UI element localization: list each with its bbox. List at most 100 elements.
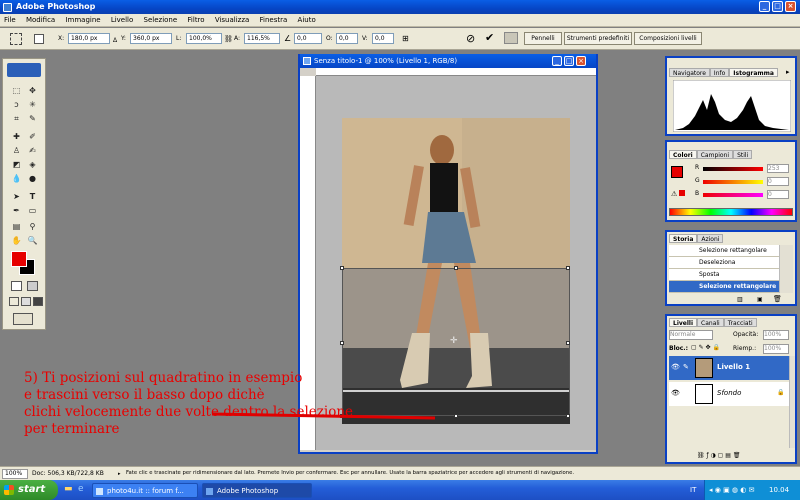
blend-mode-select[interactable]: Normale (669, 330, 713, 340)
brush-link-icon[interactable]: ✎ (683, 363, 689, 371)
menu-immagine[interactable]: Immagine (61, 14, 104, 27)
move-tool-icon[interactable]: ✥ (27, 85, 38, 96)
link-icon[interactable]: ⛓ (224, 35, 233, 43)
new-document-icon[interactable]: ▣ (757, 296, 763, 303)
tab-campioni[interactable]: Campioni (696, 150, 734, 159)
menu-aiuto[interactable]: Aiuto (294, 14, 320, 27)
document-size-info[interactable]: Doc: 506,3 KB/722,8 KB (32, 470, 104, 477)
x-field[interactable]: 180,0 px (68, 33, 110, 44)
history-item[interactable]: Deseleziona (669, 257, 779, 269)
menu-file[interactable]: File (0, 14, 20, 27)
transform-handle-top-right[interactable] (566, 266, 570, 270)
maximize-button[interactable]: □ (772, 1, 783, 12)
hand-tool-icon[interactable]: ✋ (11, 235, 22, 246)
tab-strumenti-predefiniti[interactable]: Strumenti predefiniti (564, 32, 632, 45)
pen-tool-icon[interactable]: ✒ (11, 205, 22, 216)
doc-maximize-button[interactable]: □ (564, 56, 574, 66)
g-slider[interactable] (703, 180, 763, 184)
dodge-tool-icon[interactable]: ● (27, 173, 38, 184)
healing-brush-tool-icon[interactable]: ✚ (11, 131, 22, 142)
screen-mode-full-icon[interactable] (33, 297, 43, 306)
angle-field[interactable]: 0,0 (294, 33, 322, 44)
transform-handle-top[interactable] (454, 266, 458, 270)
lock-icons[interactable]: ▢ ✎ ✥ 🔒 (691, 344, 720, 351)
opacity-field[interactable]: 100% (763, 330, 789, 340)
history-item-selected[interactable]: Selezione rettangolare (669, 281, 779, 293)
standard-mode-icon[interactable] (11, 281, 22, 291)
color-panel-foreground-swatch[interactable] (671, 166, 683, 178)
history-trash-icon[interactable]: 🗑 (773, 295, 782, 303)
transform-handle-top-left[interactable] (340, 266, 344, 270)
tab-info[interactable]: Info (709, 68, 730, 77)
brush-tool-icon[interactable]: ✐ (27, 131, 38, 142)
type-tool-icon[interactable]: T (27, 191, 38, 202)
b-value-field[interactable]: 0 (767, 190, 789, 199)
new-snapshot-icon[interactable]: ▥ (737, 296, 743, 303)
quicklaunch-ie-icon[interactable]: e (78, 484, 84, 494)
history-brush-tool-icon[interactable]: ✍ (27, 145, 38, 156)
layer-row-selected[interactable]: 👁 ✎ Livello 1 (669, 356, 789, 380)
jump-to-imageready-icon[interactable] (13, 313, 33, 325)
path-selection-tool-icon[interactable]: ➤ (11, 191, 22, 202)
palette-well-icon[interactable] (504, 32, 518, 44)
layer-row[interactable]: 👁 Sfondo 🔒 (669, 382, 789, 406)
layers-scrollbar[interactable] (789, 356, 795, 448)
visibility-eye-icon[interactable]: 👁 (671, 363, 680, 371)
horizontal-skew-field[interactable]: 0,0 (336, 33, 358, 44)
tray-icons[interactable]: ◂ ◉ ▣ ◍ ◐ ✉ (709, 480, 754, 500)
menu-livello[interactable]: Livello (107, 14, 137, 27)
eraser-tool-icon[interactable]: ◩ (11, 159, 22, 170)
tab-livelli[interactable]: Livelli (669, 318, 698, 327)
transform-handle-left[interactable] (340, 341, 344, 345)
clone-stamp-tool-icon[interactable]: ♙ (11, 145, 22, 156)
zoom-field[interactable]: 100% (2, 469, 28, 479)
transform-tool-icon[interactable] (10, 33, 22, 45)
reference-point-icon[interactable] (34, 34, 44, 44)
minimize-button[interactable]: _ (759, 1, 770, 12)
start-button[interactable]: start (0, 480, 58, 500)
height-field[interactable]: 116,5% (244, 33, 280, 44)
relative-position-icon[interactable]: Δ (113, 37, 117, 44)
crop-tool-icon[interactable]: ⌗ (11, 113, 22, 124)
b-slider[interactable] (703, 193, 763, 197)
language-indicator[interactable]: IT (690, 486, 696, 494)
tab-istogramma[interactable]: Istogramma (729, 68, 778, 77)
tab-composizioni-livelli[interactable]: Composizioni livelli (634, 32, 702, 45)
r-slider[interactable] (703, 167, 763, 171)
transform-handle-bottom-right[interactable] (566, 414, 570, 418)
gamut-color-chip[interactable] (679, 190, 685, 196)
r-value-field[interactable]: 253 (767, 164, 789, 173)
tab-tracciati[interactable]: Tracciati (723, 318, 757, 327)
foreground-color-swatch[interactable] (11, 251, 27, 267)
taskbar-item-browser[interactable]: photo4u.it :: forum f... (92, 483, 198, 498)
marquee-tool-icon[interactable]: ⬚ (11, 85, 22, 96)
transform-center-icon[interactable]: ✛ (450, 336, 458, 346)
history-item[interactable]: Selezione rettangolare (669, 245, 779, 257)
layer-bottom-icons[interactable]: ⛓ ƒ ◑ ▢ ▤ 🗑 (697, 452, 740, 459)
tab-azioni[interactable]: Azioni (697, 234, 724, 243)
screen-mode-standard-icon[interactable] (9, 297, 19, 306)
menu-filtro[interactable]: Filtro (183, 14, 208, 27)
paint-bucket-tool-icon[interactable]: ◈ (27, 159, 38, 170)
tab-stili[interactable]: Stili (733, 150, 753, 159)
layer-name[interactable]: Livello 1 (717, 363, 750, 371)
tab-pennelli[interactable]: Pennelli (524, 32, 562, 45)
menu-selezione[interactable]: Selezione (140, 14, 182, 27)
status-arrow-icon[interactable]: ▸ (118, 471, 121, 477)
close-button[interactable]: × (785, 1, 796, 12)
quick-mask-mode-icon[interactable] (27, 281, 38, 291)
tab-colori[interactable]: Colori (669, 150, 697, 159)
menu-finestra[interactable]: Finestra (256, 14, 292, 27)
width-field[interactable]: 100,0% (186, 33, 222, 44)
tab-canali[interactable]: Canali (697, 318, 724, 327)
tab-navigatore[interactable]: Navigatore (669, 68, 710, 77)
visibility-eye-icon[interactable]: 👁 (671, 389, 680, 397)
vertical-skew-field[interactable]: 0,0 (372, 33, 394, 44)
layer-name[interactable]: Sfondo (717, 389, 741, 397)
notes-tool-icon[interactable]: ▤ (11, 221, 22, 232)
history-item[interactable]: Sposta (669, 269, 779, 281)
magic-wand-tool-icon[interactable]: ✳ (27, 99, 38, 110)
y-field[interactable]: 360,0 px (130, 33, 172, 44)
doc-close-button[interactable]: × (576, 56, 586, 66)
slice-tool-icon[interactable]: ✎ (27, 113, 38, 124)
